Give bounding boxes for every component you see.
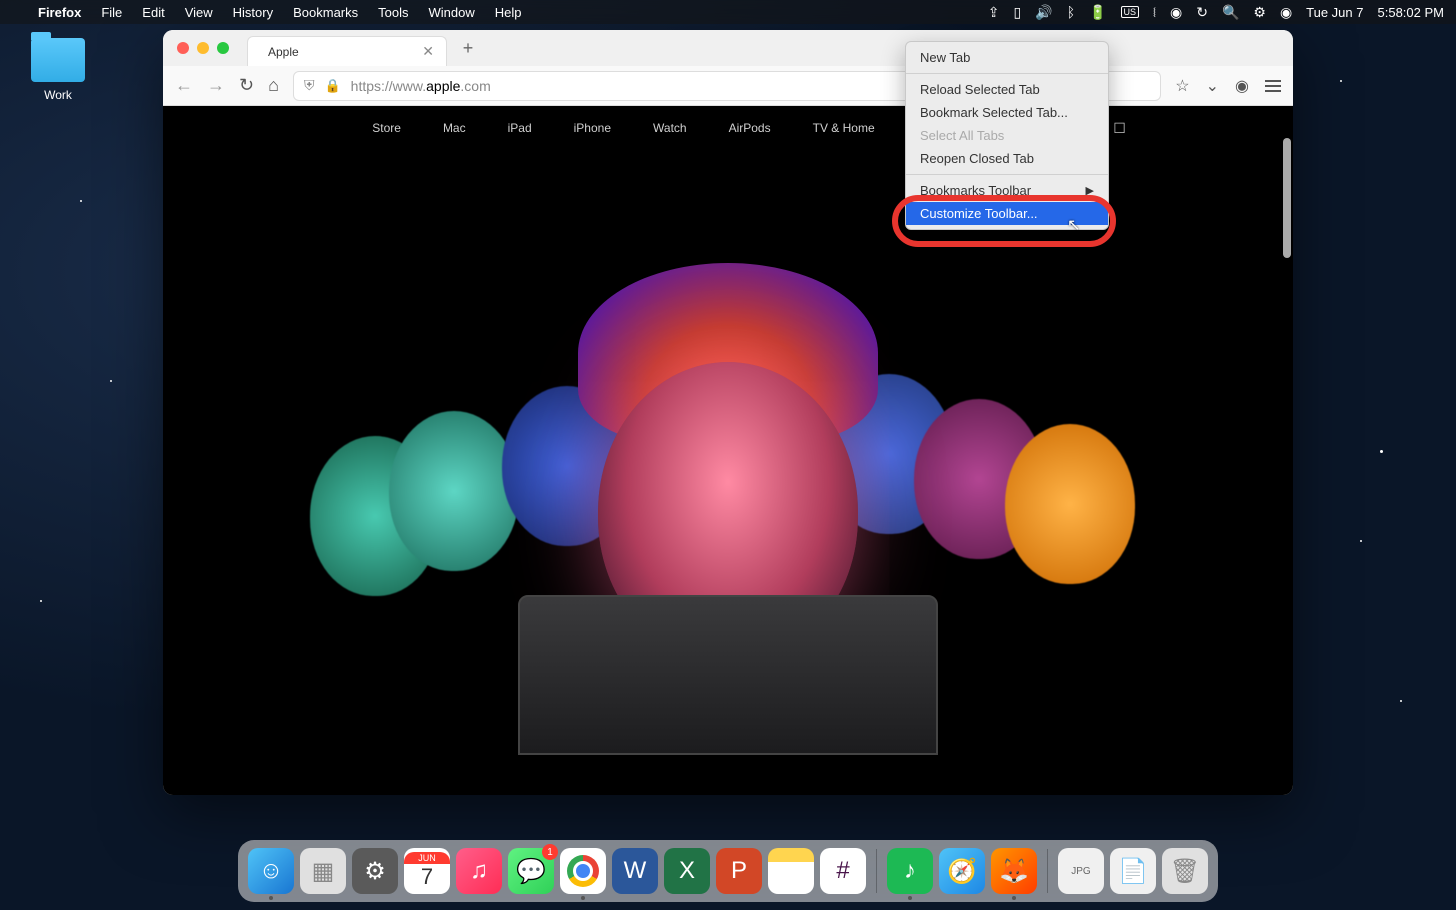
nav-airpods[interactable]: AirPods [729,121,771,135]
close-tab-button[interactable]: ✕ [422,43,434,60]
cursor-icon: ↖ [1067,215,1080,235]
dock-trash[interactable]: 🗑 [1162,848,1208,894]
dock-settings[interactable]: ⚙ [352,848,398,894]
maximize-window-button[interactable] [217,42,229,54]
nav-tvhome[interactable]: TV & Home [813,121,875,135]
url-toolbar: ← → ↻ ⌂ ⛨ 🔒 https://www.apple.com ☆ ⌄ ◉ [163,66,1293,106]
nav-store[interactable]: Store [372,121,401,135]
bookmark-star-icon[interactable]: ☆ [1175,76,1189,96]
dock-calendar[interactable]: JUN7 [404,848,450,894]
siri-icon[interactable]: ◉ [1280,4,1292,21]
macos-dock: ☺ ▦ ⚙ JUN7 ♫ 💬1 W X P # ♪ 🧭 🦊 JPG 📄 🗑 [238,840,1218,902]
bluetooth-icon[interactable]: ᛒ [1067,4,1075,20]
ctx-separator [906,73,1108,74]
dock-launchpad[interactable]: ▦ [300,848,346,894]
dock-separator [1047,849,1048,893]
input-source-icon[interactable]: US [1121,6,1140,18]
ctx-separator [906,174,1108,175]
dock-music[interactable]: ♫ [456,848,502,894]
ctx-select-all-tabs: Select All Tabs [906,124,1108,147]
shield-icon[interactable]: ⛨ [304,77,315,94]
menubar-time[interactable]: 5:58:02 PM [1378,5,1445,20]
firefox-window: Apple ✕ + ← → ↻ ⌂ ⛨ 🔒 https://www.apple.… [163,30,1293,795]
menu-tools[interactable]: Tools [368,5,418,20]
ctx-reopen-closed[interactable]: Reopen Closed Tab [906,147,1108,170]
nav-ipad[interactable]: iPad [508,121,532,135]
forward-button[interactable]: → [207,75,225,96]
dock-file[interactable]: 📄 [1110,848,1156,894]
chevron-right-icon: ▶ [1086,184,1094,197]
menu-edit[interactable]: Edit [132,5,174,20]
nav-iphone[interactable]: iPhone [574,121,611,135]
volume-icon[interactable]: 🔊 [1035,4,1052,21]
menu-help[interactable]: Help [485,5,532,20]
spotlight-icon[interactable]: 🔍 [1222,4,1239,21]
dock-file-jpg[interactable]: JPG [1058,848,1104,894]
dock-safari[interactable]: 🧭 [939,848,985,894]
dropbox-icon[interactable]: ⇪ [988,4,1000,21]
dock-chrome[interactable] [560,848,606,894]
clock-history-icon[interactable]: ↻ [1196,4,1208,21]
page-content: Store Mac iPad iPhone Watch AirPods TV &… [163,106,1293,795]
dock-firefox[interactable]: 🦊 [991,848,1037,894]
macos-menubar: Firefox File Edit View History Bookmarks… [0,0,1456,24]
home-button[interactable]: ⌂ [268,75,279,96]
user-icon[interactable]: ◉ [1170,4,1182,21]
dock-slack[interactable]: # [820,848,866,894]
nav-watch[interactable]: Watch [653,121,687,135]
tab-title: Apple [268,45,299,59]
folder-icon [31,38,85,82]
ctx-reload-tab[interactable]: Reload Selected Tab [906,78,1108,101]
dock-spotify[interactable]: ♪ [887,848,933,894]
reload-button[interactable]: ↻ [239,75,254,96]
nav-mac[interactable]: Mac [443,121,466,135]
ctx-bookmarks-toolbar[interactable]: Bookmarks Toolbar▶ [906,179,1108,202]
dock-word[interactable]: W [612,848,658,894]
ctx-bookmark-tab[interactable]: Bookmark Selected Tab... [906,101,1108,124]
wifi-icon[interactable]: ⧙ [1153,4,1156,21]
hero-laptop [518,595,938,795]
messages-badge: 1 [542,844,558,860]
back-button[interactable]: ← [175,75,193,96]
dock-excel[interactable]: X [664,848,710,894]
close-window-button[interactable] [177,42,189,54]
tab-context-menu: New Tab Reload Selected Tab Bookmark Sel… [905,41,1109,230]
apple-site-nav: Store Mac iPad iPhone Watch AirPods TV &… [163,106,1293,150]
dock-separator [876,849,877,893]
menu-view[interactable]: View [175,5,223,20]
tab-bar: Apple ✕ + [163,30,1293,66]
menu-history[interactable]: History [223,5,283,20]
menubar-date[interactable]: Tue Jun 7 [1306,5,1363,20]
window-controls [177,42,229,54]
menu-bookmarks[interactable]: Bookmarks [283,5,368,20]
control-center-icon[interactable]: ⚙ [1253,4,1266,21]
lock-icon[interactable]: 🔒 [324,78,340,94]
page-scrollbar[interactable] [1283,138,1291,258]
account-icon[interactable]: ◉ [1235,76,1249,96]
pocket-icon[interactable]: ⌄ [1206,76,1219,96]
menu-file[interactable]: File [91,5,132,20]
browser-tab[interactable]: Apple ✕ [247,36,447,66]
bag-icon[interactable]: ☐ [1113,120,1126,137]
new-tab-button[interactable]: + [453,38,483,59]
app-name[interactable]: Firefox [28,5,91,20]
desktop-folder-work[interactable]: Work [22,38,94,102]
dock-messages[interactable]: 💬1 [508,848,554,894]
folder-label: Work [22,88,94,102]
dock-powerpoint[interactable]: P [716,848,762,894]
minimize-window-button[interactable] [197,42,209,54]
ctx-new-tab[interactable]: New Tab [906,46,1108,69]
menu-window[interactable]: Window [419,5,485,20]
app-menu-button[interactable] [1265,80,1281,92]
hero-image [163,176,1293,795]
dock-notes[interactable] [768,848,814,894]
battery-icon[interactable]: 🔋 [1089,4,1106,21]
dock-finder[interactable]: ☺ [248,848,294,894]
device-icon[interactable]: ▯ [1014,4,1022,21]
url-text: https://www.apple.com [351,78,491,94]
